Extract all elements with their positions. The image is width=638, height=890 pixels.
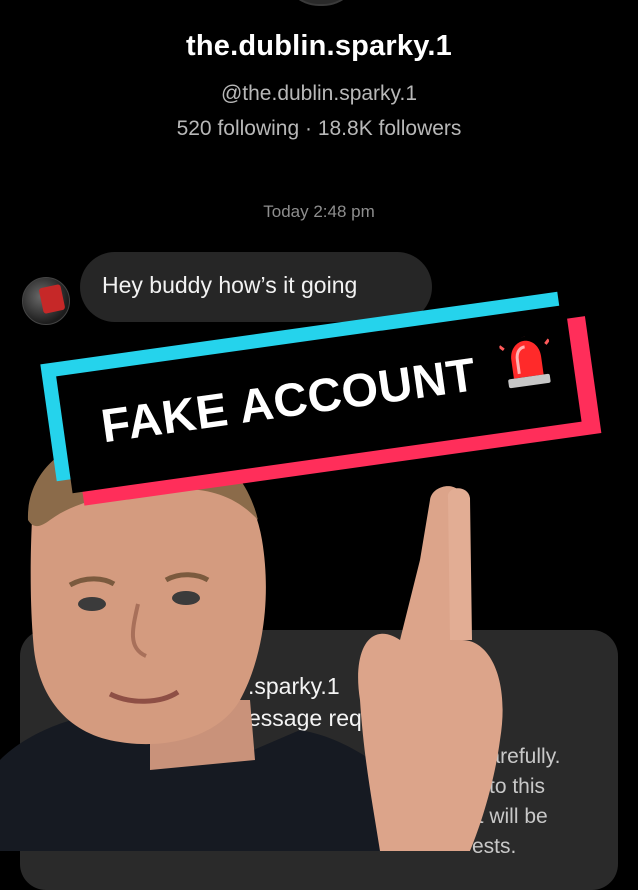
presenter-right-eye xyxy=(172,591,200,605)
profile-handle: @the.dublin.sparky.1 xyxy=(220,82,418,105)
request-body-fragment: view these re xyxy=(214,745,338,768)
profile-stats: 520 following · 18.8K followers xyxy=(176,117,462,140)
request-body-fragment: ests. xyxy=(472,835,517,858)
presenter-brow xyxy=(68,576,116,588)
request-body-fragment: W xyxy=(66,745,86,768)
message-timestamp: Today 2:48 pm xyxy=(263,202,375,221)
avatar-logo-mark xyxy=(38,283,66,315)
profile-avatar[interactable] xyxy=(282,0,360,6)
profile-display-name: the.dublin.sparky.1 xyxy=(186,30,452,62)
banner-text: FAKE ACCOUNT xyxy=(97,347,480,453)
presenter-brow xyxy=(164,572,210,583)
request-title-line1-tail: a xyxy=(482,673,495,699)
presenter-finger xyxy=(447,488,472,640)
request-body-fragment: carefully. xyxy=(478,745,561,768)
message-text: Hey buddy how’s it going xyxy=(102,272,358,298)
presenter-left-eye xyxy=(78,597,106,611)
request-title-line2: essage requ xyxy=(248,705,375,731)
request-body-fragment: will let yo xyxy=(322,775,408,798)
police-light-icon xyxy=(498,333,556,391)
sender-avatar[interactable] xyxy=(22,277,70,325)
request-body-fragment: ly to this xyxy=(468,775,546,798)
request-title-line1: .sparky.1 xyxy=(248,673,340,699)
fake-account-banner: FAKE ACCOUNT xyxy=(40,291,602,506)
request-body-fragment: at will be xyxy=(466,805,548,828)
